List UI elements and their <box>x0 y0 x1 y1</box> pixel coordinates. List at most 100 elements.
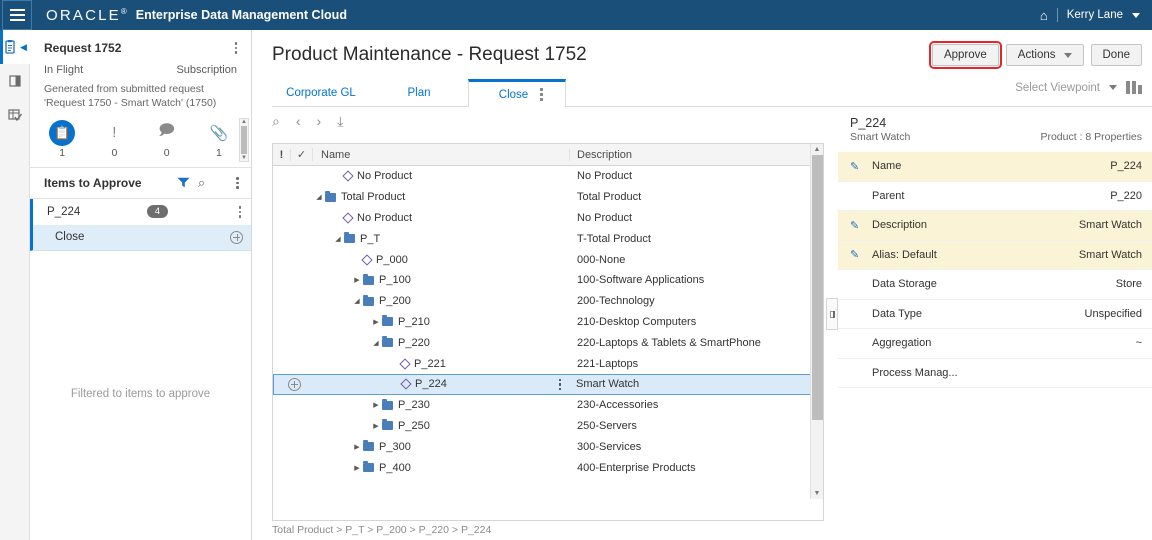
tree-node-label: P_000 <box>376 253 408 266</box>
panel-splitter-handle[interactable] <box>826 298 838 330</box>
scroll-thumb[interactable] <box>811 155 823 420</box>
property-row[interactable]: Process Manag... <box>838 359 1152 388</box>
column-header-name[interactable]: Name <box>313 148 570 161</box>
twisty-closed-icon[interactable]: ▶ <box>370 318 382 326</box>
export-icon[interactable]: ⤓ <box>337 114 343 128</box>
tab-corporate-gl[interactable]: Corporate GL <box>272 79 370 106</box>
previous-icon[interactable]: ‹ <box>296 114 301 128</box>
rail-item-panel-split[interactable] <box>0 64 30 98</box>
twisty-open-icon[interactable]: ◢ <box>332 235 344 243</box>
request-comments-tab[interactable]: 🗩 0 <box>141 120 193 161</box>
tree-row[interactable]: ▶ P_210 210-Desktop Computers <box>273 312 823 333</box>
request-title: Request 1752 <box>44 40 122 55</box>
tree-row-name-cell: ▶ P_250 <box>313 419 570 432</box>
add-circle-icon[interactable] <box>230 230 243 244</box>
property-row[interactable]: ✎ Name P_224 <box>838 152 1152 182</box>
list-item-close[interactable]: Close <box>30 224 251 251</box>
twisty-closed-icon[interactable]: ▶ <box>370 401 382 409</box>
twisty-open-icon[interactable]: ◢ <box>313 193 325 201</box>
properties-node-name: P_224 <box>850 116 887 130</box>
tree-row[interactable]: No Product No Product <box>273 208 823 229</box>
scroll-thumb[interactable] <box>241 125 247 154</box>
request-attachments-tab[interactable]: 📎 1 <box>193 120 245 161</box>
tree-row-menu-icon[interactable] <box>558 378 561 391</box>
column-header-description[interactable]: Description <box>570 149 823 161</box>
item-menu-icon[interactable] <box>235 204 246 220</box>
tree-node-label: No Product <box>357 170 413 183</box>
scroll-down-icon[interactable]: ▼ <box>814 488 821 499</box>
search-icon[interactable]: ⌕ <box>272 114 280 128</box>
tree-row[interactable]: ▶ P_400 400-Enterprise Products <box>273 457 823 478</box>
twisty-open-icon[interactable]: ◢ <box>370 339 382 347</box>
chevron-down-icon[interactable] <box>1109 85 1117 90</box>
rail-item-validate[interactable] <box>0 98 30 132</box>
folder-icon <box>363 461 374 473</box>
tree-row-name-cell: ◢ P_220 <box>313 336 570 349</box>
tree-row[interactable]: No Product No Product <box>273 166 823 187</box>
tree-row[interactable]: ◢ P_T T-Total Product <box>273 228 823 249</box>
add-circle-icon[interactable] <box>287 377 301 391</box>
edit-pencil-icon[interactable]: ✎ <box>850 160 872 173</box>
rail-item-requests[interactable]: ◀ <box>0 30 30 64</box>
scroll-up-icon[interactable]: ▲ <box>241 119 247 125</box>
done-button[interactable]: Done <box>1090 44 1142 66</box>
property-row[interactable]: Aggregation ~ <box>838 329 1152 359</box>
scroll-track[interactable] <box>811 155 824 488</box>
edit-pencil-icon[interactable]: ✎ <box>850 248 872 261</box>
layout-columns-icon[interactable] <box>1126 81 1142 94</box>
property-row[interactable]: Parent P_220 <box>838 182 1152 211</box>
approve-button[interactable]: Approve <box>928 41 1002 69</box>
home-icon[interactable]: ⌂ <box>1040 9 1048 22</box>
property-row[interactable]: Data Storage Store <box>838 270 1152 300</box>
viewpoint-selector[interactable]: Select Viewpoint <box>1015 81 1142 94</box>
actions-button[interactable]: Actions <box>1005 44 1084 66</box>
property-row[interactable]: ✎ Alias: Default Smart Watch <box>838 240 1152 270</box>
chevron-down-icon[interactable] <box>1132 12 1140 18</box>
search-icon[interactable]: ⌕ <box>198 175 205 191</box>
folder-icon <box>363 294 374 306</box>
edit-pencil-icon[interactable]: ✎ <box>850 219 872 232</box>
filter-icon[interactable] <box>177 177 190 188</box>
twisty-closed-icon[interactable]: ▶ <box>370 422 382 430</box>
request-items-tab[interactable]: 📋 1 <box>36 119 88 161</box>
scroll-down-icon[interactable]: ▼ <box>241 155 247 161</box>
column-header-check[interactable]: ✓ <box>291 148 313 161</box>
scroll-up-icon[interactable]: ▲ <box>814 144 821 155</box>
next-icon[interactable]: › <box>317 114 322 128</box>
request-issues-tab[interactable]: ! 0 <box>88 120 140 161</box>
tree-row[interactable]: ▶ P_300 300-Services <box>273 436 823 457</box>
property-value: P_224 <box>1110 160 1142 173</box>
tree-row[interactable]: ◢ P_220 220-Laptops & Tablets & SmartPhone <box>273 332 823 353</box>
request-menu-icon[interactable] <box>231 40 242 56</box>
tree-row-description: 000-None <box>577 253 626 266</box>
tree-row[interactable]: ▶ P_230 230-Accessories <box>273 395 823 416</box>
tree-row[interactable]: ◢ P_200 200-Technology <box>273 291 823 312</box>
twisty-closed-icon[interactable]: ▶ <box>351 276 363 284</box>
user-menu-label[interactable]: Kerry Lane <box>1067 9 1123 21</box>
tree-row[interactable]: ▶ P_250 250-Servers <box>273 416 823 437</box>
property-value: Smart Watch <box>1078 219 1142 232</box>
tree-row[interactable]: ◢ Total Product Total Product <box>273 187 823 208</box>
column-header-flag[interactable]: ! <box>273 148 291 161</box>
property-row[interactable]: ✎ Description Smart Watch <box>838 211 1152 241</box>
tree-row[interactable]: P_000 000-None <box>273 249 823 270</box>
tab-menu-icon[interactable] <box>540 88 544 101</box>
request-tabs-scrollbar[interactable]: ▲ ▼ <box>239 117 249 162</box>
items-menu-icon[interactable] <box>232 175 243 191</box>
twisty-closed-icon[interactable]: ▶ <box>351 464 363 472</box>
tree-row-name-cell: P_000 <box>313 254 570 266</box>
list-item[interactable]: P_224 4 <box>30 198 251 225</box>
twisty-closed-icon[interactable]: ▶ <box>351 443 363 451</box>
collapse-chevron-icon[interactable]: ◀ <box>20 42 27 53</box>
hamburger-icon[interactable] <box>2 0 32 30</box>
tree-row[interactable]: P_224 Smart Watch <box>273 373 823 395</box>
tab-close[interactable]: Close <box>468 79 566 107</box>
twisty-open-icon[interactable]: ◢ <box>351 297 363 305</box>
tree-scrollbar[interactable]: ▲ ▼ <box>810 144 823 499</box>
tree-node-label: P_224 <box>415 378 447 391</box>
property-label: Description <box>872 219 928 232</box>
tab-plan[interactable]: Plan <box>370 79 468 106</box>
property-row[interactable]: Data Type Unspecified <box>838 300 1152 329</box>
tree-row[interactable]: ▶ P_100 100-Software Applications <box>273 270 823 291</box>
tree-row[interactable]: P_221 221-Laptops <box>273 353 823 374</box>
